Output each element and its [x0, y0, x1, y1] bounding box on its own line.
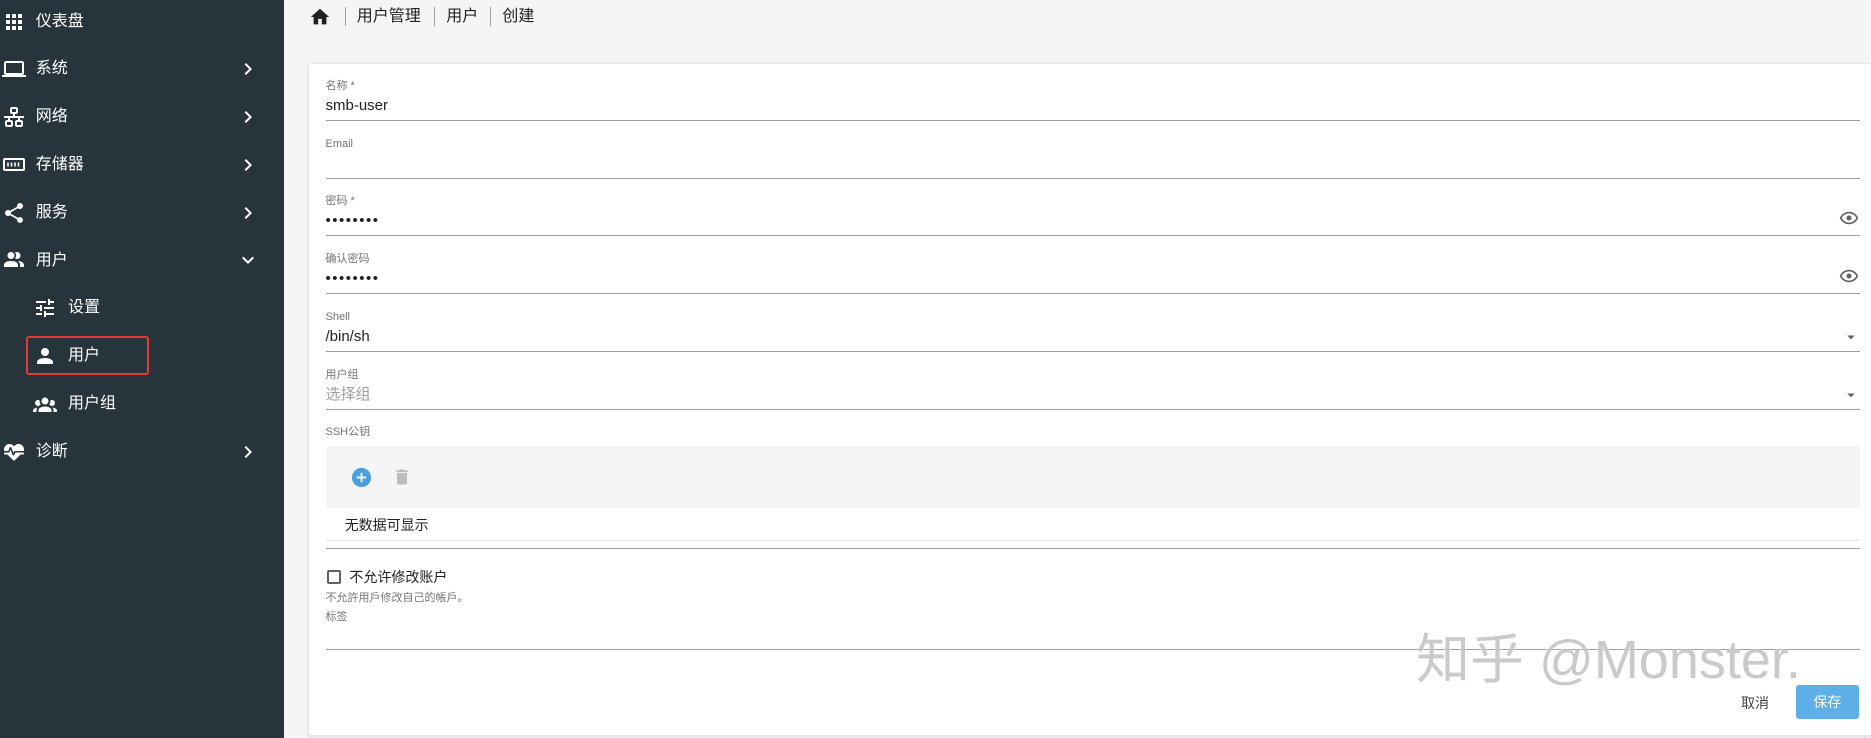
sidebar-item-network[interactable]: 网络	[0, 93, 284, 141]
breadcrumb-separator	[434, 7, 436, 26]
sidebar-item-label: 服务	[35, 203, 68, 221]
tune-icon	[33, 296, 57, 320]
sidebar-item-label: 仪表盘	[35, 12, 84, 30]
confirm-password-value[interactable]: ••••••••	[326, 269, 380, 289]
shell-select[interactable]: Shell /bin/sh	[325, 310, 1860, 352]
breadcrumb-item-user-management[interactable]: 用户管理	[357, 7, 421, 27]
disallow-edit-checkbox[interactable]	[326, 570, 341, 584]
laptop-icon	[2, 57, 26, 81]
divider	[325, 540, 1860, 541]
chevron-right-icon[interactable]	[236, 201, 260, 225]
sidebar-subitem-label: 用户组	[68, 395, 117, 412]
sidebar-item-label: 存储器	[35, 156, 84, 173]
chevron-down-icon[interactable]	[236, 248, 260, 272]
sidebar-item-system[interactable]: 系统	[0, 45, 284, 93]
share-icon	[2, 201, 26, 225]
disallow-edit-hint: 不允許用戶修改自己的帳戶。	[325, 591, 469, 604]
sidebar-item-label: 用户	[35, 251, 68, 269]
password-label: 密码 *	[325, 195, 355, 207]
heart-pulse-icon	[2, 440, 26, 464]
sidebar: 仪表盘 系统 网络 存储器 服务 用户 设置 用户 用户组 诊断	[0, 0, 284, 738]
confirm-password-field[interactable]: 确认密码 ••••••••	[325, 252, 1860, 294]
confirm-password-label: 确认密码	[325, 253, 370, 265]
eye-icon[interactable]	[1839, 208, 1859, 228]
sidebar-subitem-user[interactable]: 用户	[0, 332, 284, 380]
network-icon	[2, 105, 26, 129]
password-field[interactable]: 密码 * ••••••••	[325, 194, 1860, 236]
home-icon[interactable]	[309, 6, 331, 28]
plus-circle-icon[interactable]	[350, 466, 373, 489]
sidebar-item-dashboard[interactable]: 仪表盘	[0, 0, 284, 45]
groups-select[interactable]: 用户组 选择组	[325, 368, 1860, 410]
chevron-right-icon[interactable]	[236, 57, 260, 81]
name-field[interactable]: 名称 * smb-user	[325, 79, 1860, 121]
dropdown-arrow-icon[interactable]	[1842, 386, 1860, 404]
sidebar-item-storage[interactable]: 存储器	[0, 141, 284, 189]
save-button[interactable]: 保存	[1795, 684, 1859, 720]
disallow-edit-label[interactable]: 不允许修改账户	[349, 567, 447, 587]
groups-label: 用户组	[325, 368, 359, 381]
sidebar-item-label: 网络	[35, 108, 68, 126]
chevron-right-icon[interactable]	[236, 440, 260, 464]
account-multiple-icon	[2, 248, 26, 272]
sidebar-subitem-settings[interactable]: 设置	[0, 284, 284, 332]
breadcrumb-separator	[344, 7, 346, 26]
chevron-right-icon[interactable]	[236, 105, 260, 129]
tags-field[interactable]: 标签	[325, 610, 1860, 650]
sidebar-item-label: 诊断	[35, 442, 68, 460]
groups-placeholder[interactable]: 选择组	[326, 385, 371, 405]
shell-label: Shell	[325, 310, 350, 323]
sidebar-item-diagnostics[interactable]: 诊断	[0, 428, 284, 476]
sidebar-subitem-label: 设置	[68, 299, 101, 317]
memory-icon	[2, 153, 26, 177]
tags-label: 标签	[325, 610, 348, 623]
password-value[interactable]: ••••••••	[326, 211, 380, 231]
chevron-right-icon[interactable]	[236, 153, 260, 177]
eye-icon[interactable]	[1839, 266, 1859, 286]
sidebar-item-label: 系统	[35, 60, 68, 78]
ssh-keys-empty-text: 无数据可显示	[344, 516, 429, 533]
breadcrumb-item-create: 创建	[502, 7, 535, 25]
account-group-icon	[33, 392, 58, 416]
apps-icon	[2, 10, 26, 34]
breadcrumb-separator	[490, 7, 492, 26]
sidebar-subitem-user-groups[interactable]: 用户组	[0, 380, 284, 428]
cancel-button[interactable]: 取消	[1735, 690, 1775, 716]
sidebar-item-services[interactable]: 服务	[0, 189, 284, 237]
ssh-keys-label: SSH公钥	[325, 425, 371, 438]
divider	[325, 547, 1860, 549]
email-field[interactable]: Email	[325, 137, 1860, 179]
sidebar-item-users[interactable]: 用户	[0, 237, 284, 285]
sidebar-subitem-label: 用户	[68, 347, 101, 365]
email-label: Email	[325, 137, 354, 150]
name-label: 名称 *	[325, 79, 355, 92]
account-icon	[33, 344, 57, 368]
dropdown-arrow-icon[interactable]	[1842, 328, 1860, 346]
trash-icon[interactable]	[392, 467, 412, 487]
ssh-keys-toolbar	[325, 446, 1860, 508]
user-create-form: 名称 * smb-user Email 密码 * •••••••• 确认密码 •…	[308, 63, 1871, 736]
breadcrumb-item-users[interactable]: 用户	[446, 7, 478, 27]
shell-value[interactable]: /bin/sh	[326, 327, 370, 347]
name-value[interactable]: smb-user	[326, 96, 389, 116]
